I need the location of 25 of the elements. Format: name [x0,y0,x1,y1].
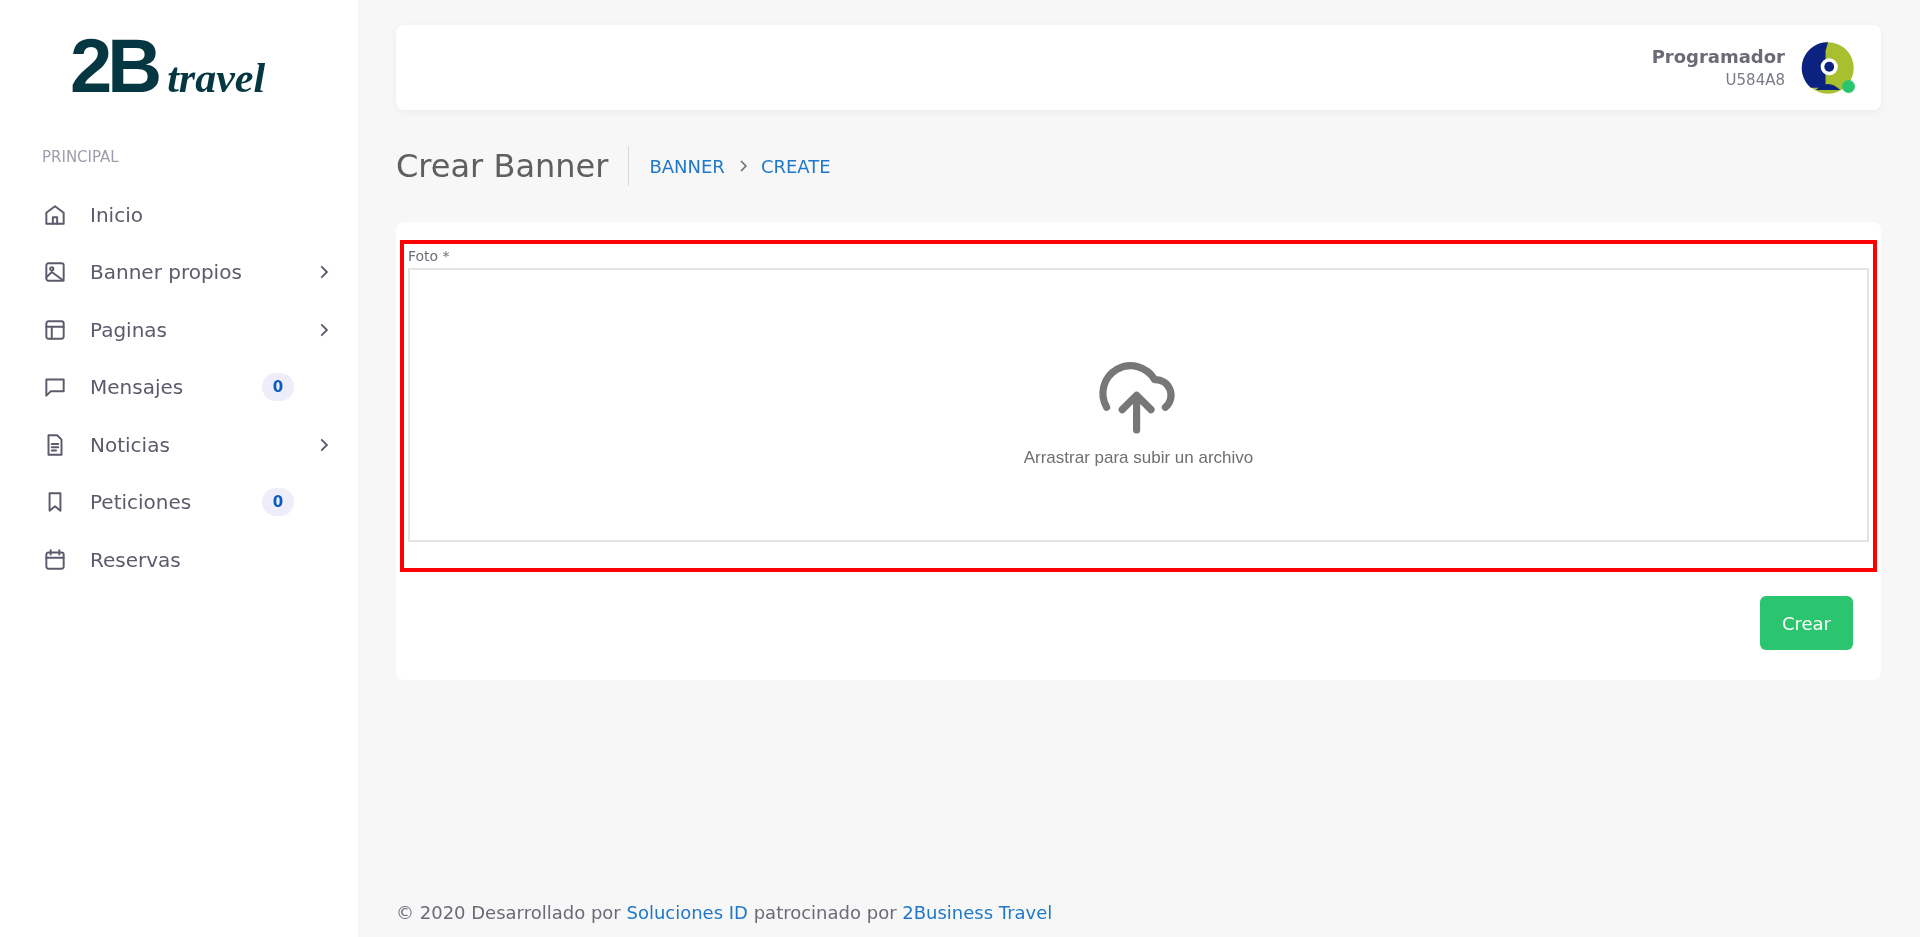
menu-item[interactable]: Peticiones [90,490,262,515]
menu-item[interactable]: Paginas [90,317,319,342]
menu-item[interactable]: Noticias [90,432,319,457]
dropzone-text: Arrastrar para subir un archivo [1023,448,1254,468]
count-badge: 0 [262,373,294,402]
calendar-icon [42,546,68,573]
menu-item[interactable]: Reservas [90,547,330,572]
count-badge: 0 [262,488,294,517]
page-title: Crear Banner [396,146,630,186]
menu-item[interactable]: Inicio [90,202,330,227]
user-name: Programador [1651,46,1785,67]
footer-text: © 2020 Desarrollado por Soluciones ID patrocinado por 2Business Travel [396,902,1053,923]
breadcrumb-link[interactable]: CREATE [760,155,831,177]
field-label: Foto * [408,248,451,264]
avatar-icon[interactable] [1801,40,1855,95]
logo: 2B travel [70,28,267,100]
file-dropzone[interactable]: Arrastrar para subir un archivo [408,268,1869,542]
user-code: U584A8 [1725,71,1785,89]
chevron-right-icon [738,160,747,172]
menu-item[interactable]: Banner propios [90,260,319,285]
footer-link[interactable]: Soluciones ID [626,902,748,923]
breadcrumb-link[interactable]: BANNER [649,155,725,177]
section-heading: PRINCIPAL [42,148,120,166]
footer-link[interactable]: 2Business Travel [902,902,1053,923]
menu-item[interactable]: Mensajes [90,375,262,400]
